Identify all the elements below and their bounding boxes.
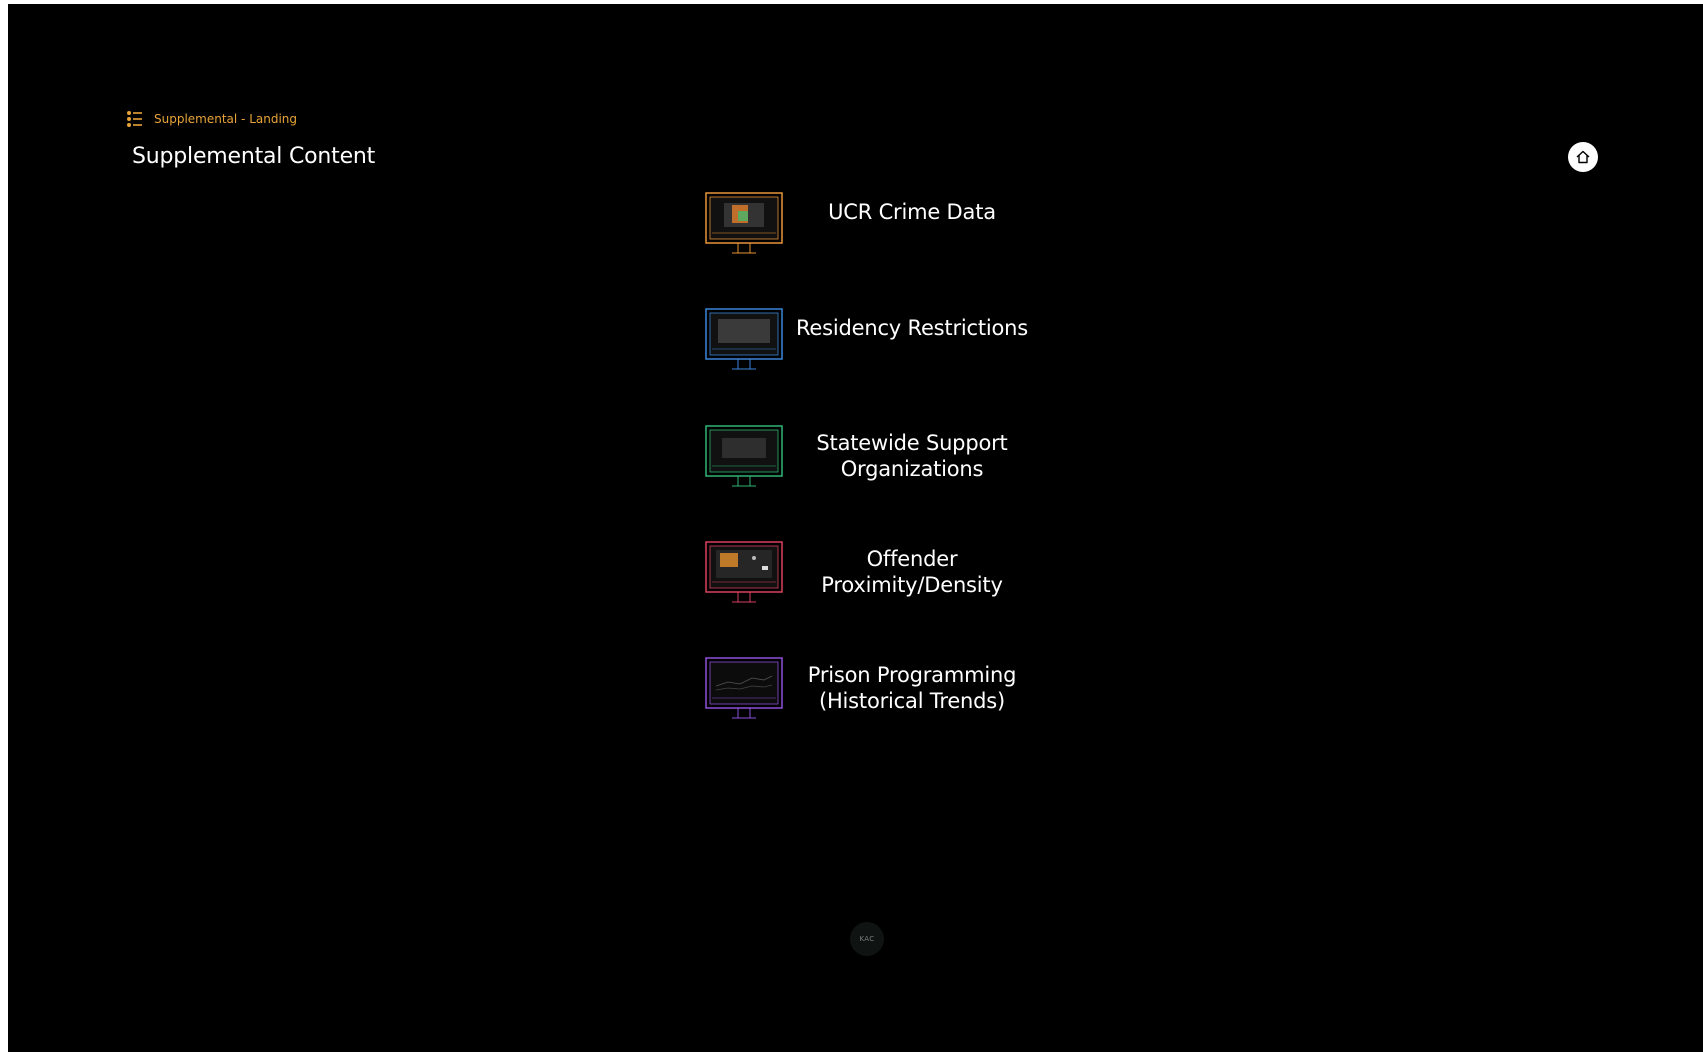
menu-item-statewide-support-organizations[interactable]: Statewide Support Organizations: [704, 424, 1044, 490]
menu-item-label: UCR Crime Data: [828, 200, 996, 224]
monitor-icon: [705, 541, 783, 603]
footer-logo-text: KAC: [859, 935, 875, 943]
monitor-icon: [705, 192, 783, 254]
breadcrumb[interactable]: Supplemental - Landing: [126, 110, 297, 128]
menu-item-label-line2: (Historical Trends): [818, 689, 1006, 713]
menu-item-label-line2: Organizations: [840, 457, 984, 481]
menu-item-label-line1: Offender: [866, 547, 958, 571]
footer-logo: KAC: [850, 922, 884, 956]
page-title: Supplemental Content: [132, 144, 376, 169]
menu-item-label-line1: Prison Programming: [807, 663, 1017, 687]
menu-item-label-line1: Statewide Support: [816, 431, 1008, 455]
menu-item-label-line2: Proximity/Density: [821, 573, 1003, 597]
home-icon: [1576, 150, 1590, 164]
breadcrumb-label: Supplemental - Landing: [154, 112, 298, 126]
menu-item-ucr-crime-data[interactable]: UCR Crime Data: [704, 191, 1044, 257]
monitor-icon: [705, 425, 783, 487]
menu-item-prison-programming[interactable]: Prison Programming (Historical Trends): [704, 656, 1044, 722]
app-canvas: Supplemental - Landing Supplemental Cont…: [8, 4, 1703, 1052]
monitor-icon: [705, 308, 783, 370]
menu-item-offender-proximity-density[interactable]: Offender Proximity/Density: [704, 540, 1044, 606]
menu-item-residency-restrictions[interactable]: Residency Restrictions: [704, 307, 1044, 373]
home-button[interactable]: [1568, 142, 1598, 172]
monitor-icon: [705, 657, 783, 719]
menu-item-label: Residency Restrictions: [795, 316, 1029, 340]
list-icon: [127, 111, 142, 127]
